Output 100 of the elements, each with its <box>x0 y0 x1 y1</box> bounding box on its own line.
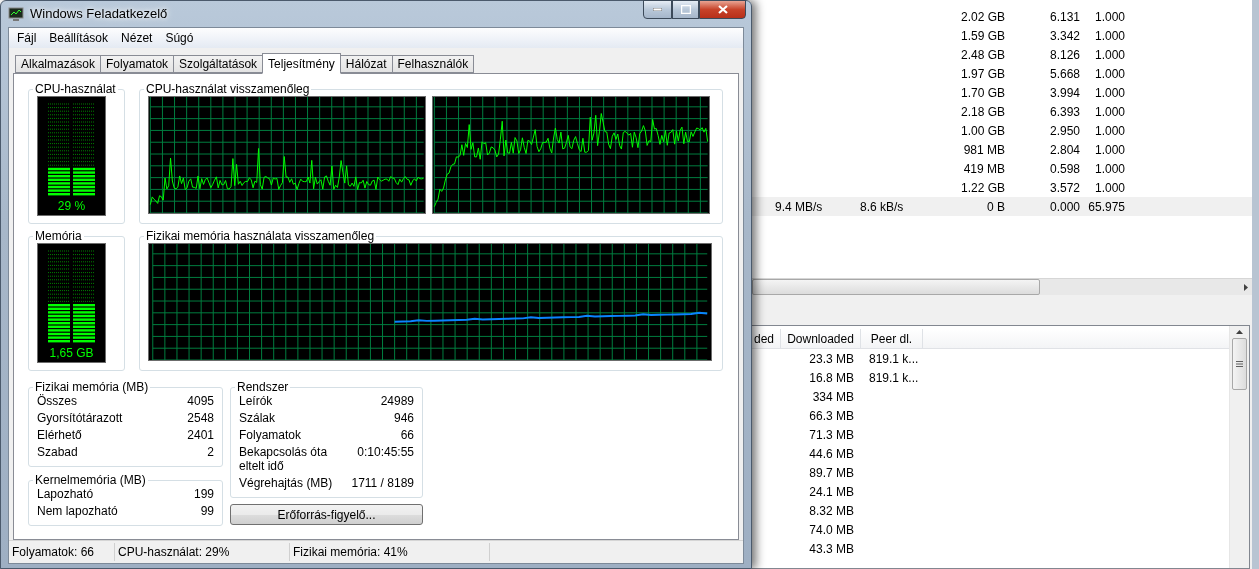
table-cell-text: 334 MB <box>811 389 855 404</box>
table-cell-text: 2.950 <box>1048 123 1080 138</box>
stat-value: 99 <box>200 504 214 518</box>
table-cell-text: 1.22 GB <box>959 180 1005 195</box>
stat-value: 0:10:45:55 <box>357 445 414 459</box>
table-cell-text: 6.393 <box>1048 104 1080 119</box>
table-cell-text: 1.000 <box>1093 161 1125 176</box>
table-cell-text: 0 B <box>986 199 1005 214</box>
table-cell-text: 71.3 MB <box>808 427 855 442</box>
table-cell-text: 74.0 MB <box>808 522 855 537</box>
vertical-scrollbar[interactable] <box>1229 326 1249 568</box>
table-cell-text: 981 MB <box>962 142 1005 157</box>
tab[interactable]: Szolgáltatások <box>173 55 264 73</box>
table-cell-text: 1.000 <box>1093 104 1125 119</box>
stat-value: 2548 <box>187 411 214 425</box>
meter-reading: 29 % <box>57 199 86 213</box>
right-arrow-icon[interactable] <box>1244 283 1248 291</box>
table-cell-text: 819.1 k... <box>868 370 920 385</box>
table-cell-text: 43.3 MB <box>808 541 855 556</box>
stat-label: Szabad <box>37 445 79 459</box>
table-cell-text: 1.000 <box>1093 47 1125 62</box>
table-cell-text: 3.994 <box>1048 85 1080 100</box>
tab[interactable]: Alkalmazások <box>15 55 102 73</box>
stat-value: 4095 <box>187 394 214 408</box>
stat-value: 946 <box>393 411 414 425</box>
maximize-button[interactable] <box>672 0 699 19</box>
stat-label: Végrehajtás (MB) <box>239 476 334 490</box>
table-cell-text: 2.18 GB <box>959 104 1005 119</box>
table-cell-text: 23.3 MB <box>808 351 855 366</box>
tab[interactable]: Hálózat <box>339 55 393 73</box>
table-cell-text: 419 MB <box>962 161 1005 176</box>
stat-value: 2 <box>207 445 214 459</box>
table-cell-text: 1.000 <box>1093 85 1125 100</box>
table-cell-text: 6.131 <box>1048 9 1080 24</box>
table-cell-text: 2.48 GB <box>959 47 1005 62</box>
table-cell-text: 8.6 kB/s <box>860 199 905 214</box>
stat-value: 24989 <box>380 394 414 408</box>
group-title: CPU-használat visszamenőleg <box>145 82 311 96</box>
table-cell-text: 24.1 MB <box>808 484 855 499</box>
close-icon <box>717 5 728 14</box>
column-header[interactable]: Downloaded <box>781 329 861 348</box>
menu-item[interactable]: Súgó <box>159 28 201 48</box>
minimize-button[interactable] <box>643 0 672 19</box>
group-title: Fizikai memória (MB) <box>34 380 150 394</box>
status-text: CPU-használat: 29% <box>115 543 290 561</box>
table-cell-text: 3.342 <box>1048 28 1080 43</box>
horizontal-scrollbar[interactable] <box>752 278 1252 295</box>
group-title: Memória <box>34 229 83 243</box>
column-header[interactable]: Peer dl. <box>861 329 923 348</box>
stat-value: 1711 / 8189 <box>351 476 414 490</box>
stat-label: Összes <box>37 394 78 408</box>
grip-icon <box>1236 361 1243 367</box>
table-cell-text: 1.59 GB <box>959 28 1005 43</box>
stat-label: Szálak <box>239 411 277 425</box>
table-cell-text: 9.4 MB/s <box>775 199 824 214</box>
menu-item[interactable]: Beállítások <box>43 28 116 48</box>
stat-value: 66 <box>400 428 414 442</box>
table-cell-text: 1.97 GB <box>959 66 1005 81</box>
table-cell-text: 89.7 MB <box>808 465 855 480</box>
tab[interactable]: Teljesítmény <box>262 53 341 74</box>
tab[interactable]: Folyamatok <box>100 55 175 73</box>
stat-label: Bekapcsolás óta eltelt idő <box>239 445 329 473</box>
stat-label: Leírók <box>239 394 274 408</box>
table-cell-text: 1.00 GB <box>959 123 1005 138</box>
stat-label: Elérhető <box>37 428 83 442</box>
up-arrow-icon[interactable] <box>1236 330 1243 334</box>
status-text: Folyamatok: 66 <box>9 543 115 561</box>
table-cell-text: 0.598 <box>1048 161 1080 176</box>
stat-value: 2401 <box>187 428 214 442</box>
table-cell-text: 65.975 <box>1087 199 1125 214</box>
column-header[interactable]: ded <box>753 329 781 348</box>
table-cell-text: 1.000 <box>1093 142 1125 157</box>
table-cell-text: 2.02 GB <box>959 9 1005 24</box>
table-cell-text: 3.572 <box>1048 180 1080 195</box>
table-cell-text: 1.000 <box>1093 123 1125 138</box>
group-title: Rendszer <box>236 380 290 394</box>
menu-item[interactable]: Nézet <box>115 28 160 48</box>
table-cell-text: 0.000 <box>1048 199 1080 214</box>
group-title: Fizikai memória használata visszamenőleg <box>145 229 376 243</box>
stat-label: Gyorsítótárazott <box>37 411 124 425</box>
table-cell-text: 819.1 k... <box>868 351 920 366</box>
stat-label: Lapozható <box>37 487 95 501</box>
group-title: CPU-használat <box>34 82 117 96</box>
menu-item[interactable]: Fájl <box>11 28 44 48</box>
status-text: Fizikai memória: 41% <box>290 543 490 561</box>
tab[interactable]: Felhasználók <box>391 55 475 73</box>
minimize-icon <box>653 8 662 11</box>
table-cell-text: 8.126 <box>1048 47 1080 62</box>
maximize-icon <box>680 5 691 14</box>
table-cell-text: 44.6 MB <box>808 446 855 461</box>
table-cell-text: 1.000 <box>1093 180 1125 195</box>
resource-monitor-button[interactable]: Erőforrás-figyelő... <box>230 504 423 525</box>
meter-reading: 1,65 GB <box>49 346 94 360</box>
table-cell-text: 1.000 <box>1093 28 1125 43</box>
table-cell-text: 16.8 MB <box>808 370 855 385</box>
stat-label: Nem lapozható <box>37 504 119 518</box>
monitor-icon <box>8 7 24 21</box>
table-cell-text: 2.804 <box>1048 142 1080 157</box>
close-button[interactable] <box>699 0 746 19</box>
table-cell-text: 5.668 <box>1048 66 1080 81</box>
